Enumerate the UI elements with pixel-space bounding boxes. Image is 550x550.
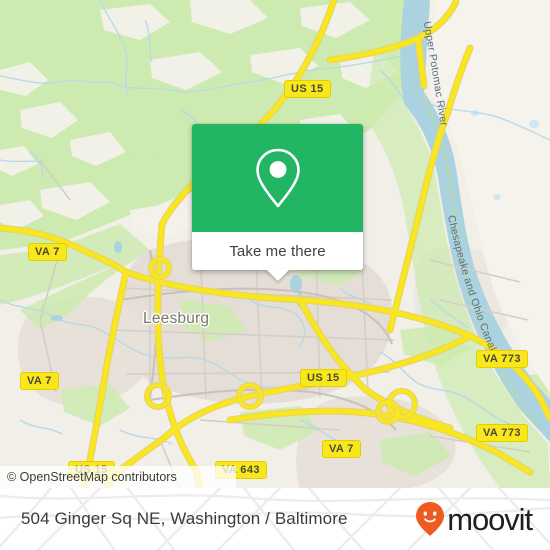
destination-callout-card[interactable]: Take me there bbox=[192, 124, 363, 281]
road-shield: VA 773 bbox=[476, 350, 528, 368]
osm-attribution-text: © OpenStreetMap contributors bbox=[7, 470, 177, 484]
take-me-there-label: Take me there bbox=[229, 242, 326, 260]
road-shield: VA 7 bbox=[322, 440, 361, 458]
map-pin-icon bbox=[255, 148, 300, 208]
road-shield: VA 7 bbox=[28, 243, 67, 261]
callout-pin-panel bbox=[192, 124, 363, 232]
callout-tail-arrow bbox=[265, 269, 290, 281]
road-shield: VA 7 bbox=[20, 372, 59, 390]
road-shield: US 15 bbox=[300, 369, 347, 387]
moovit-wordmark: moovit bbox=[447, 501, 533, 537]
address-text: 504 Ginger Sq NE, Washington / Baltimore bbox=[21, 509, 348, 528]
moovit-logo[interactable]: moovit bbox=[415, 501, 533, 537]
moovit-smiley-pin-logo-icon bbox=[416, 502, 445, 536]
footer-bar: 504 Ginger Sq NE, Washington / Baltimore… bbox=[0, 488, 550, 550]
map-canvas[interactable]: Upper Potomac River Chesapeake and Ohio … bbox=[0, 0, 550, 488]
osm-attribution[interactable]: © OpenStreetMap contributors bbox=[0, 466, 236, 488]
road-shield: US 15 bbox=[284, 80, 331, 98]
road-shield: VA 773 bbox=[476, 424, 528, 442]
callout-action-bar[interactable]: Take me there bbox=[192, 232, 363, 281]
screenshot-root: Upper Potomac River Chesapeake and Ohio … bbox=[0, 0, 550, 550]
